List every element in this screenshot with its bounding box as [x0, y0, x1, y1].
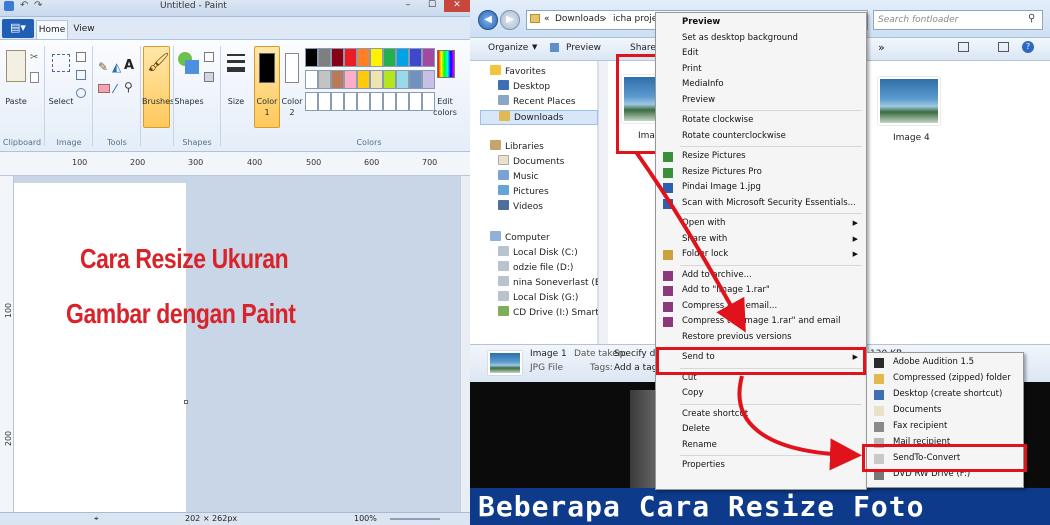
- annotation-arrows: [634, 150, 862, 471]
- arrow-to-compress: [634, 150, 746, 333]
- arrow-to-sendto-convert: [737, 375, 862, 471]
